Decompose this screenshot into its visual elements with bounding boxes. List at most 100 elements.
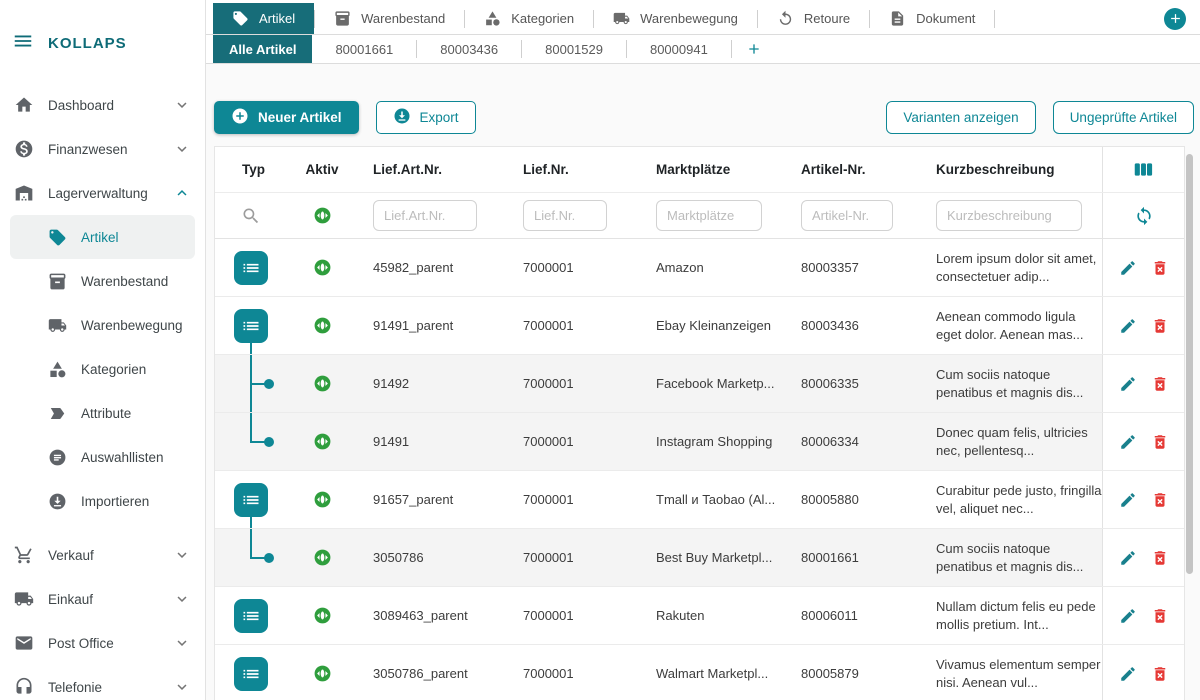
edit-icon[interactable] [1119, 665, 1137, 683]
sync-icon[interactable] [1134, 206, 1154, 226]
tab-retoure[interactable]: Retoure [758, 3, 869, 34]
sidebar-item-warenbewegung[interactable]: Warenbewegung [10, 303, 195, 347]
lief-nr-cell: 7000001 [507, 645, 640, 700]
article-type-button[interactable] [234, 251, 268, 285]
table-zone: TypAktivLief.Art.Nr.Lief.Nr.MarktplätzeA… [214, 146, 1194, 700]
plus-icon [1168, 11, 1183, 26]
kurzbeschreibung-filter-input[interactable] [936, 200, 1082, 231]
refresh-cell[interactable] [1102, 193, 1184, 238]
article-type-button[interactable] [234, 599, 268, 633]
sidebar-item-importieren[interactable]: Importieren [10, 479, 195, 523]
sidebar-item-post-office[interactable]: Post Office [0, 621, 205, 665]
tab-artikel[interactable]: Artikel [213, 3, 314, 34]
marktplaetze-filter-input[interactable] [656, 200, 762, 231]
subtab-80003436[interactable]: 80003436 [417, 35, 521, 63]
sidebar-item-finanzwesen[interactable]: Finanzwesen [0, 127, 205, 171]
edit-icon[interactable] [1119, 607, 1137, 625]
sidebar-item-lagerverwaltung[interactable]: Lagerverwaltung [0, 171, 205, 215]
column-settings-cell[interactable] [1102, 147, 1184, 192]
sidebar-item-kategorien[interactable]: Kategorien [10, 347, 195, 391]
unchecked-articles-button[interactable]: Ungeprüfte Artikel [1053, 101, 1194, 134]
delete-forever-icon[interactable] [1151, 665, 1169, 683]
delete-forever-icon[interactable] [1151, 433, 1169, 451]
sidebar-item-auswahllisten[interactable]: Auswahllisten [10, 435, 195, 479]
home-icon [14, 95, 34, 115]
actions-cell [1102, 413, 1184, 470]
delete-forever-icon[interactable] [1151, 375, 1169, 393]
subtab-80001661[interactable]: 80001661 [312, 35, 416, 63]
sidebar-item-artikel[interactable]: Artikel [10, 215, 195, 259]
chevron-down-icon[interactable] [173, 590, 191, 608]
lief-nr-cell: 7000001 [507, 239, 640, 296]
sidebar-item-label: Dashboard [48, 98, 159, 113]
edit-icon[interactable] [1119, 259, 1137, 277]
article-type-button[interactable] [234, 657, 268, 691]
delete-forever-icon[interactable] [1151, 259, 1169, 277]
chevron-down-icon[interactable] [173, 140, 191, 158]
tab-warenbestand[interactable]: Warenbestand [315, 3, 464, 34]
new-article-button[interactable]: Neuer Artikel [214, 101, 359, 134]
chevron-down-icon[interactable] [173, 96, 191, 114]
tree-connector-line [250, 517, 252, 528]
view-columns-icon[interactable] [1133, 159, 1154, 180]
chevron-up-icon[interactable] [173, 184, 191, 202]
active-toggle-icon[interactable] [313, 206, 332, 225]
tab-dokument[interactable]: Dokument [870, 3, 994, 34]
chevron-down-icon[interactable] [173, 634, 191, 652]
edit-icon[interactable] [1119, 317, 1137, 335]
tab-label: Retoure [804, 11, 850, 26]
show-variants-button[interactable]: Varianten anzeigen [886, 101, 1035, 134]
edit-icon[interactable] [1119, 491, 1137, 509]
delete-forever-icon[interactable] [1151, 607, 1169, 625]
plus-circle-icon [231, 107, 249, 125]
marktplatz-cell: Tmall и Taobao (Al... [640, 471, 785, 528]
typ-filter-cell[interactable] [215, 193, 287, 238]
lief-nr-filter-input[interactable] [523, 200, 607, 231]
hamburger-menu-icon[interactable] [12, 30, 34, 57]
export-button[interactable]: Export [376, 101, 476, 134]
chevron-down-icon[interactable] [173, 546, 191, 564]
edit-icon[interactable] [1119, 433, 1137, 451]
sidebar-item-label: Verkauf [48, 548, 159, 563]
list-circle-icon [48, 448, 67, 467]
add-tab-button[interactable] [1164, 8, 1186, 30]
sidebar-item-warenbestand[interactable]: Warenbestand [10, 259, 195, 303]
sidebar-item-telefonie[interactable]: Telefonie [0, 665, 205, 700]
article-type-button[interactable] [234, 309, 268, 343]
edit-icon[interactable] [1119, 375, 1137, 393]
aktiv-filter-cell[interactable] [287, 193, 357, 238]
column-header-artikel-nr-: Artikel-Nr. [785, 147, 920, 192]
edit-icon[interactable] [1119, 549, 1137, 567]
sidebar-item-einkauf[interactable]: Einkauf [0, 577, 205, 621]
scrollbar-thumb[interactable] [1186, 154, 1193, 574]
add-article-tab-button[interactable] [732, 35, 776, 63]
chevron-down-icon[interactable] [173, 678, 191, 696]
delete-forever-icon[interactable] [1151, 491, 1169, 509]
artikel-nr-filter-input[interactable] [801, 200, 893, 231]
table-row: 30507867000001Best Buy Marketpl...800016… [215, 529, 1184, 587]
active-toggle-icon [313, 548, 332, 567]
aktiv-cell [287, 413, 357, 470]
column-header-typ: Typ [215, 147, 287, 192]
logo-row: KOLLAPS [0, 0, 205, 73]
subtab-alle-artikel[interactable]: Alle Artikel [213, 35, 312, 63]
active-toggle-icon [313, 316, 332, 335]
article-type-button[interactable] [234, 483, 268, 517]
search-icon[interactable] [241, 206, 261, 226]
sidebar-item-verkauf[interactable]: Verkauf [0, 533, 205, 577]
active-toggle-icon [313, 432, 332, 451]
kurzbeschreibung-cell: Curabitur pede justo, fringilla vel, ali… [920, 471, 1102, 528]
delete-forever-icon[interactable] [1151, 549, 1169, 567]
tab-kategorien[interactable]: Kategorien [465, 3, 593, 34]
tab-warenbewegung[interactable]: Warenbewegung [594, 3, 757, 34]
marktplatz-cell: Rakuten [640, 587, 785, 644]
sidebar-item-dashboard[interactable]: Dashboard [0, 83, 205, 127]
lief-art-nr-filter-input[interactable] [373, 200, 477, 231]
sidebar-item-attribute[interactable]: Attribute [10, 391, 195, 435]
table-scrollbar[interactable] [1185, 146, 1194, 700]
delete-forever-icon[interactable] [1151, 317, 1169, 335]
sidebar-item-label: Post Office [48, 636, 159, 651]
subtab-80000941[interactable]: 80000941 [627, 35, 731, 63]
typ-cell [215, 297, 287, 354]
subtab-80001529[interactable]: 80001529 [522, 35, 626, 63]
